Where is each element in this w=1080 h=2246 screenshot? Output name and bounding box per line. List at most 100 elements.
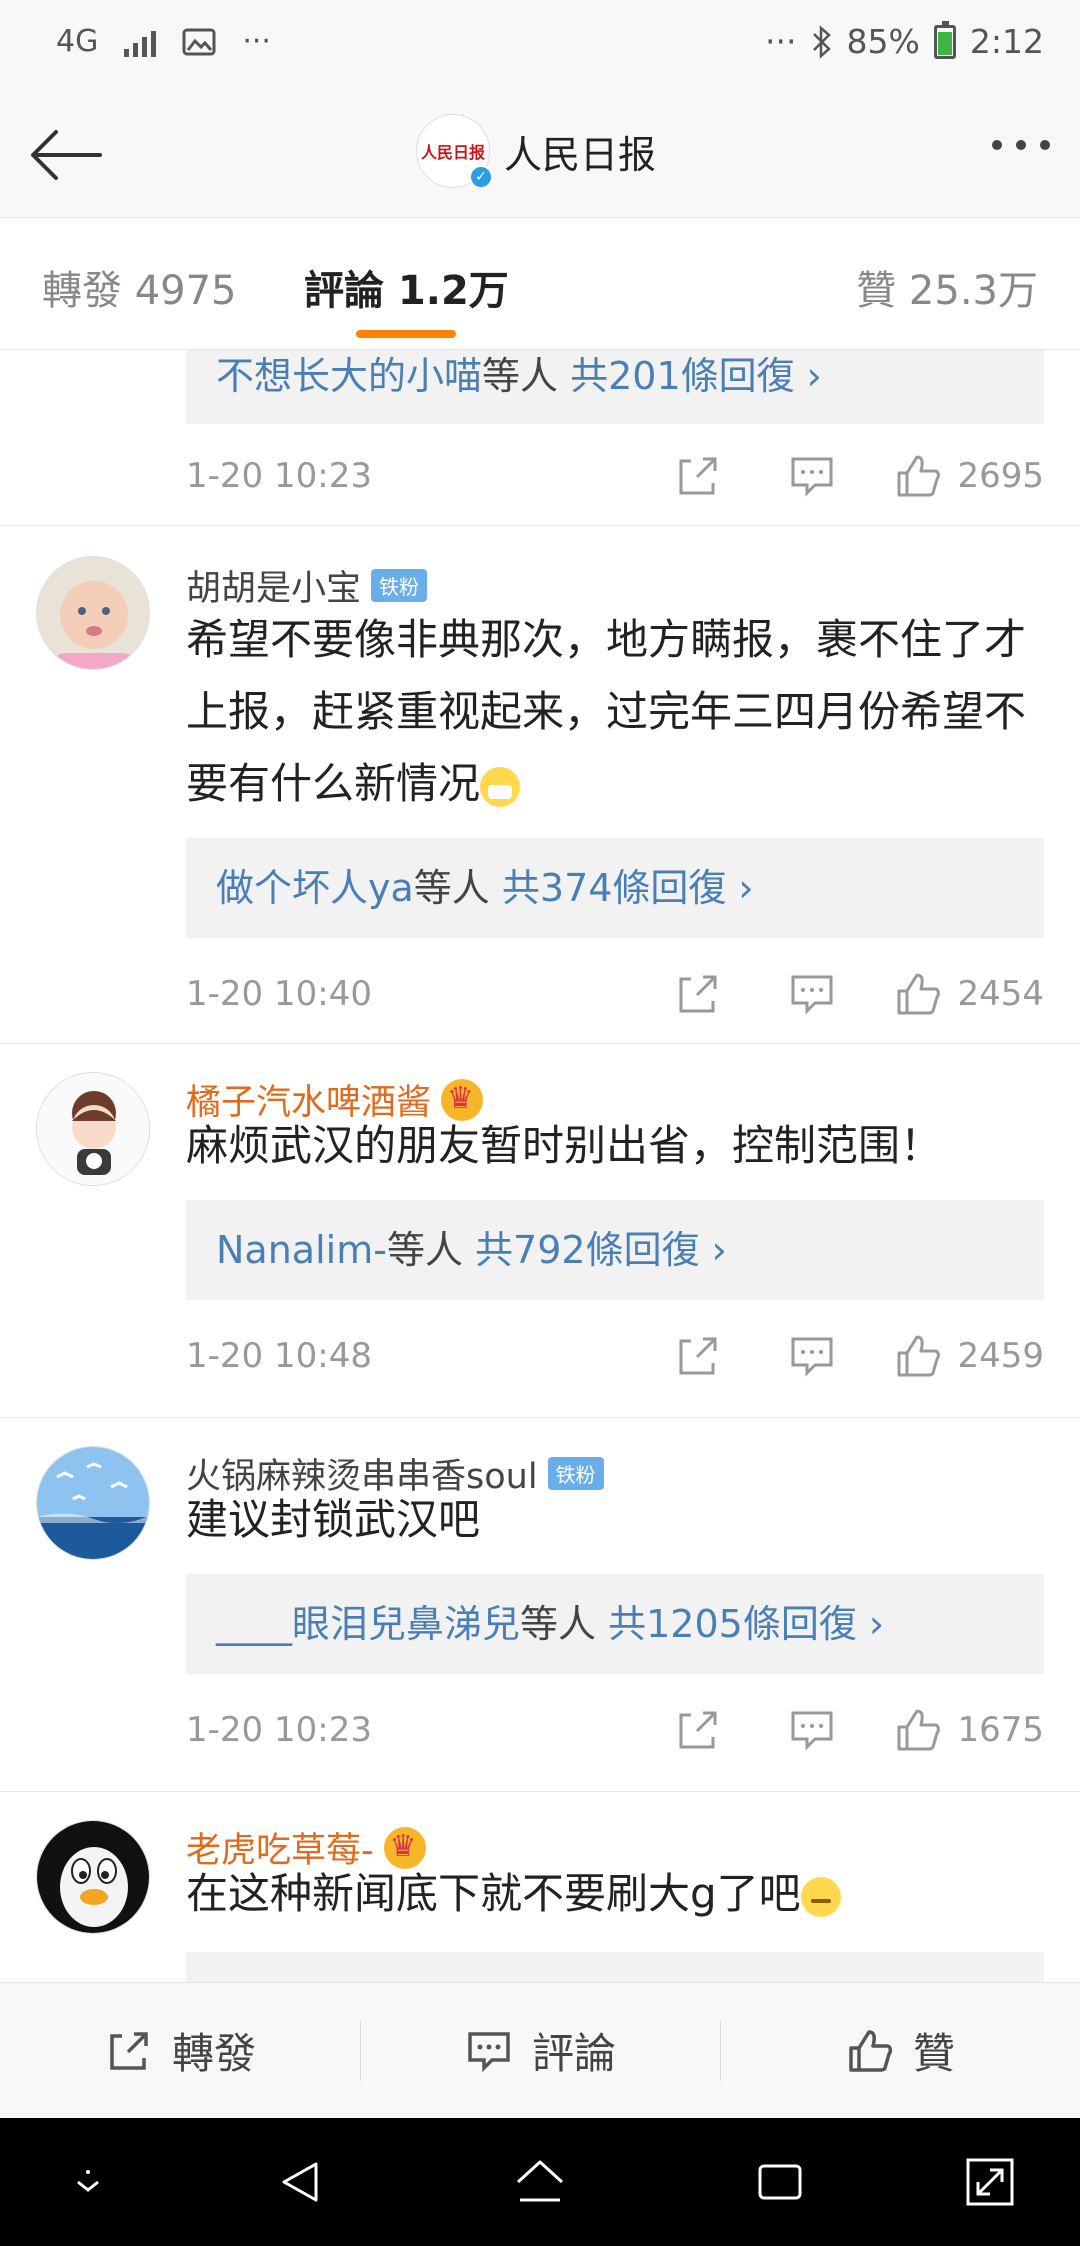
account-title-group[interactable]: 人民日报 ✓ 人民日报 [416, 114, 657, 189]
comment-icon [468, 2031, 510, 2072]
mask-emoji-icon [480, 766, 521, 807]
comment-feed[interactable]: 不想长大的小喵等人 共201條回復 › 1-20 10:23 2695 胡胡是小宝… [0, 350, 1080, 1982]
share-icon[interactable] [673, 451, 723, 501]
reply-users[interactable]: 不想长大的小喵 [216, 354, 482, 398]
reply-count[interactable]: 共792條回復 [475, 1228, 700, 1272]
battery-percentage: 85% [846, 22, 920, 61]
comment-time: 1-20 10:48 [186, 1336, 372, 1376]
comment-button[interactable]: 評論 [360, 1983, 720, 2118]
comment-icon[interactable] [787, 1705, 837, 1755]
more-options-button[interactable] [992, 140, 1050, 150]
reply-count[interactable]: 共374條回復 [502, 866, 727, 910]
reply-users[interactable]: Nanalim- [216, 1228, 387, 1272]
share-icon[interactable] [673, 1705, 723, 1755]
battery-icon [933, 20, 956, 59]
like-count: 1675 [957, 1710, 1044, 1750]
user-avatar[interactable] [36, 556, 150, 670]
comment-icon[interactable] [787, 969, 837, 1019]
system-navigation-bar [0, 2118, 1080, 2246]
thumbs-up-icon[interactable] [893, 969, 943, 1019]
comment-body: 麻烦武汉的朋友暂时别出省，控制范围！ [186, 1121, 943, 1170]
comment-body: 在这种新闻底下就不要刷大g了吧 [186, 1869, 801, 1918]
reply-suffix: 等人 [413, 866, 490, 910]
comment-meta: 1-20 10:40 2454 [186, 964, 1044, 1024]
user-avatar[interactable] [36, 1446, 150, 1560]
comment-time: 1-20 10:23 [186, 1710, 372, 1750]
reply-suffix: 等人 [386, 1228, 463, 1272]
comment-body: 建议封锁武汉吧 [186, 1495, 481, 1544]
user-avatar[interactable] [36, 1072, 150, 1186]
more-notifications: ··· [242, 24, 271, 59]
comment-icon[interactable] [787, 451, 837, 501]
network-type: 4G [56, 24, 99, 59]
comment-text: 在这种新闻底下就不要刷大g了吧 [186, 1858, 1046, 1930]
chevron-right-icon: › [711, 1228, 727, 1272]
reply-summary[interactable]: 做个坏人ya等人 共374條回復 › [186, 838, 1044, 938]
logo-text: 人民日报 [420, 143, 485, 162]
comment-label: 評論 [531, 2029, 616, 2078]
comment-tabs: 轉發 4975 評論 1.2万 贊 25.3万 [0, 218, 1080, 350]
back-arrow-icon [31, 130, 102, 180]
comment-meta: 1-20 10:23 2695 [186, 446, 1044, 506]
smirk-emoji-icon [800, 1876, 841, 1917]
signal-icon [124, 27, 157, 57]
account-name: 人民日报 [504, 132, 657, 177]
comment-item: 橘子汽水啤酒酱 麻烦武汉的朋友暂时别出省，控制范围！ Nanalim-等人 共7… [0, 1044, 1080, 1418]
repost-button[interactable]: 轉發 [0, 1983, 360, 2118]
fan-badge: 铁粉 [371, 569, 428, 602]
comment-icon[interactable] [787, 1331, 837, 1381]
account-logo: 人民日报 ✓ [416, 114, 493, 189]
clock: 2:12 [969, 22, 1044, 61]
comment-item: 不想长大的小喵等人 共201條回復 › 1-20 10:23 2695 [0, 350, 1080, 526]
bluetooth-icon [812, 24, 831, 59]
reply-count[interactable]: 共201條回復 [570, 354, 795, 398]
like-count: 2459 [957, 1336, 1044, 1376]
like-button[interactable]: 贊 [720, 1983, 1080, 2118]
tab-comments[interactable]: 評論 1.2万 [304, 258, 509, 316]
share-icon[interactable] [673, 1331, 723, 1381]
chevron-right-icon: › [738, 866, 754, 910]
back-triangle-icon[interactable] [272, 2152, 332, 2212]
thumbs-up-icon[interactable] [893, 1331, 943, 1381]
share-icon [110, 2031, 148, 2070]
thumbs-up-icon[interactable] [893, 1705, 943, 1755]
thumbs-up-icon[interactable] [893, 451, 943, 501]
reply-summary[interactable]: Nanalim-等人 共792條回復 › [186, 1200, 1044, 1300]
status-right: ··· 85% 2:12 [765, 20, 1044, 61]
expand-icon[interactable] [960, 2152, 1020, 2212]
comment-time: 1-20 10:40 [186, 974, 372, 1014]
comment-text: 希望不要像非典那次，地方瞒报，裹不住了才上报，赶紧重视起来，过完年三四月份希望不… [186, 604, 1046, 820]
comment-item: 火锅麻辣烫串串香soul 铁粉 建议封锁武汉吧 ____眼泪兒鼻涕兒等人 共12… [0, 1418, 1080, 1792]
chevron-down-icon[interactable] [58, 2152, 118, 2212]
active-tab-indicator [356, 330, 456, 338]
reply-users[interactable]: ____眼泪兒鼻涕兒 [216, 1602, 520, 1646]
reply-summary[interactable]: ____眼泪兒鼻涕兒等人 共1205條回復 › [186, 1574, 1044, 1674]
tab-repost[interactable]: 轉發 4975 [42, 258, 237, 316]
image-notification-icon [182, 28, 216, 55]
back-button[interactable] [26, 120, 106, 190]
top-nav-header: 人民日报 ✓ 人民日报 [0, 92, 1080, 218]
recent-apps-icon[interactable] [750, 2152, 810, 2212]
user-avatar[interactable] [36, 1820, 150, 1934]
reply-count[interactable]: 共1205條回復 [608, 1602, 857, 1646]
reply-users[interactable]: 做个坏人ya [216, 866, 414, 910]
status-left: 4G ··· [56, 24, 271, 59]
reply-summary[interactable]: 不想长大的小喵等人 共201條回復 › [186, 350, 1044, 424]
bottom-action-bar: 轉發 評論 贊 [0, 1982, 1080, 2118]
comment-time: 1-20 10:23 [186, 456, 372, 496]
verified-badge-icon: ✓ [469, 165, 493, 189]
reply-summary[interactable] [186, 1952, 1044, 1982]
tab-likes[interactable]: 贊 25.3万 [856, 258, 1038, 316]
home-icon[interactable] [510, 2152, 570, 2212]
like-count: 2695 [957, 456, 1044, 496]
comment-text: 麻烦武汉的朋友暂时别出省，控制范围！ [186, 1110, 1046, 1182]
more-status: ··· [765, 22, 797, 61]
like-label: 贊 [912, 2029, 955, 2078]
chevron-right-icon: › [868, 1602, 885, 1646]
comment-item: 胡胡是小宝 铁粉 希望不要像非典那次，地方瞒报，裹不住了才上报，赶紧重视起来，过… [0, 526, 1080, 1044]
thumbs-up-icon [849, 2029, 893, 2072]
share-icon[interactable] [673, 969, 723, 1019]
chevron-right-icon: › [806, 354, 822, 398]
reply-suffix: 等人 [482, 354, 559, 398]
like-count: 2454 [957, 974, 1044, 1014]
